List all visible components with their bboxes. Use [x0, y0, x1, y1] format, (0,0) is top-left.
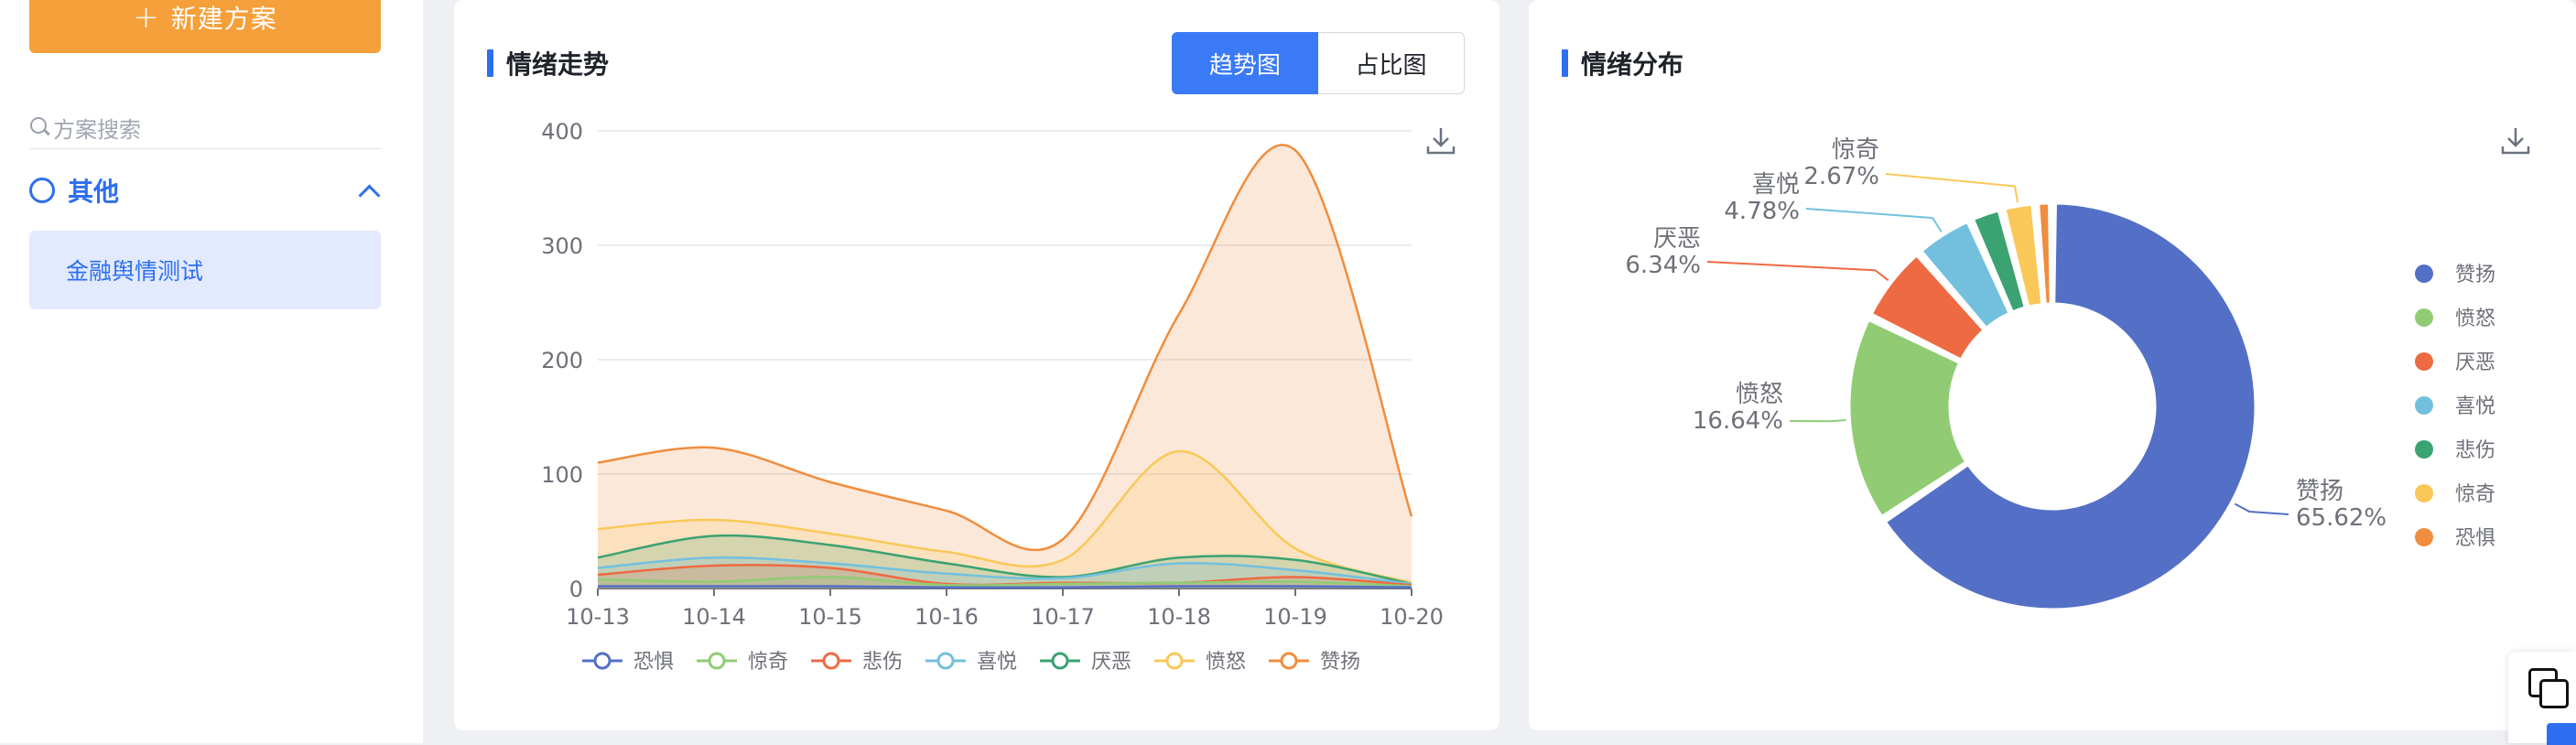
- legend-label: 惊奇: [748, 651, 788, 674]
- legend-label: 厌恶: [1091, 651, 1131, 674]
- legend-item-悲伤[interactable]: 悲伤: [811, 651, 903, 674]
- emotion-distribution-card: 情绪分布 赞扬 65.62% 愤怒 16.64% 厌恶 6.34% 喜悦 4.78% 惊奇 2.6…: [1529, 0, 2576, 730]
- legend-item-愤怒[interactable]: 愤怒: [1154, 651, 1246, 674]
- x-tick-label: 10-18: [1147, 604, 1211, 630]
- pie-label-愤怒: 愤怒: [1736, 381, 1783, 408]
- legend-label: 赞扬: [2455, 264, 2495, 286]
- new-plan-button[interactable]: + 新建方案: [29, 0, 381, 53]
- pie-label-惊奇: 惊奇: [1832, 136, 1879, 164]
- y-tick-label: 0: [569, 577, 583, 602]
- y-tick-label: 200: [541, 348, 583, 373]
- legend-marker: [2415, 265, 2433, 283]
- legend-marker: [2415, 396, 2433, 415]
- pie-label-line: [1805, 208, 1943, 232]
- pie-label-赞扬: 65.62%: [2296, 504, 2387, 532]
- pie-label-厌恶: 6.34%: [1625, 252, 1701, 279]
- legend-label: 喜悦: [977, 651, 1017, 674]
- emotion-distribution-chart: 赞扬65.62%愤怒16.64%厌恶6.34%喜悦4.78%惊奇2.67%赞扬愤…: [1625, 136, 2495, 611]
- pie-label-line: [1706, 261, 1889, 282]
- x-tick-label: 10-20: [1380, 604, 1444, 630]
- legend-marker: [1165, 652, 1184, 670]
- widget-button[interactable]: [2547, 723, 2576, 745]
- pie-label-line: [1789, 419, 1846, 423]
- legend-marker: [2415, 308, 2433, 327]
- x-tick-label: 10-15: [798, 604, 862, 630]
- legend-item-赞扬[interactable]: 赞扬: [1269, 651, 1360, 674]
- x-tick-label: 10-14: [682, 604, 746, 630]
- sidebar: + 新建方案 方案搜索 其他 金融舆情测试: [0, 0, 423, 743]
- sidebar-item-finance-test[interactable]: 金融舆情测试: [29, 231, 381, 309]
- legend-item-厌恶[interactable]: 厌恶: [2415, 351, 2495, 374]
- pie-label-惊奇: 2.67%: [1803, 163, 1879, 190]
- pie-label-赞扬: 赞扬: [2296, 478, 2343, 505]
- legend-label: 悲伤: [862, 651, 903, 674]
- x-tick-label: 10-16: [915, 604, 979, 630]
- legend-marker: [2415, 440, 2433, 459]
- legend-item-惊奇[interactable]: 惊奇: [2415, 483, 2495, 506]
- pie-label-line: [1885, 173, 2019, 203]
- group-label: 其他: [68, 177, 120, 207]
- legend-item-惊奇[interactable]: 惊奇: [697, 651, 788, 674]
- pie-label-喜悦: 喜悦: [1752, 171, 1800, 199]
- legend-label: 恐惧: [2455, 527, 2495, 550]
- new-plan-label: 新建方案: [170, 4, 277, 34]
- legend-marker: [936, 652, 955, 670]
- legend-label: 赞扬: [1320, 651, 1360, 674]
- y-tick-label: 300: [541, 233, 583, 259]
- pie-label-喜悦: 4.78%: [1724, 198, 1800, 225]
- copy-icon-front: [2539, 679, 2569, 708]
- y-tick-label: 100: [541, 462, 583, 488]
- legend-item-赞扬[interactable]: 赞扬: [2415, 264, 2495, 286]
- legend-marker: [2415, 484, 2433, 502]
- legend-label: 愤怒: [2455, 308, 2495, 330]
- x-tick-label: 10-19: [1263, 604, 1327, 630]
- floating-tool-widget[interactable]: [2508, 652, 2576, 745]
- legend-label: 恐惧: [633, 651, 674, 674]
- sidebar-item-label: 金融舆情测试: [66, 258, 204, 285]
- legend-label: 悲伤: [2455, 439, 2495, 462]
- legend-item-悲伤[interactable]: 悲伤: [2415, 439, 2495, 462]
- legend-item-恐惧[interactable]: 恐惧: [2415, 527, 2495, 550]
- circle-icon: [29, 178, 55, 203]
- plus-icon: +: [133, 0, 160, 36]
- pie-label-line: [2234, 502, 2289, 515]
- legend-marker: [822, 652, 840, 670]
- x-tick-label: 10-17: [1031, 604, 1095, 630]
- x-tick-label: 10-13: [566, 604, 630, 630]
- legend-marker: [708, 652, 726, 670]
- legend-marker: [1280, 652, 1298, 670]
- pie-label-厌恶: 厌恶: [1653, 225, 1701, 253]
- legend-label: 喜悦: [2455, 395, 2495, 418]
- emotion-trend-card: 情绪走势 趋势图 占比图 0 100 200 300 400 10-13 10-14 10-1…: [454, 0, 1499, 730]
- legend-marker: [593, 652, 612, 670]
- search-icon: [29, 116, 51, 138]
- legend-item-厌恶[interactable]: 厌恶: [1040, 651, 1131, 674]
- chevron-up-icon[interactable]: [358, 183, 381, 207]
- legend-item-恐惧[interactable]: 恐惧: [582, 651, 674, 674]
- legend-item-喜悦[interactable]: 喜悦: [2415, 395, 2495, 418]
- legend-marker: [2415, 352, 2433, 371]
- legend-label: 惊奇: [2455, 483, 2495, 506]
- emotion-trend-chart: 0 100 200 300 400 10-13 10-14 10-15 10-16 10-17 10…: [541, 119, 1444, 674]
- plan-search-input[interactable]: 方案搜索: [29, 106, 381, 149]
- legend-marker: [1051, 652, 1069, 670]
- group-header-other[interactable]: 其他: [29, 170, 381, 211]
- y-tick-label: 400: [541, 119, 583, 145]
- legend-item-喜悦[interactable]: 喜悦: [925, 651, 1017, 674]
- search-placeholder: 方案搜索: [53, 116, 141, 143]
- pie-label-愤怒: 16.64%: [1693, 407, 1783, 435]
- legend-label: 厌恶: [2455, 351, 2495, 374]
- legend-label: 愤怒: [1206, 651, 1246, 674]
- legend-item-愤怒[interactable]: 愤怒: [2415, 308, 2495, 330]
- legend-marker: [2415, 528, 2433, 546]
